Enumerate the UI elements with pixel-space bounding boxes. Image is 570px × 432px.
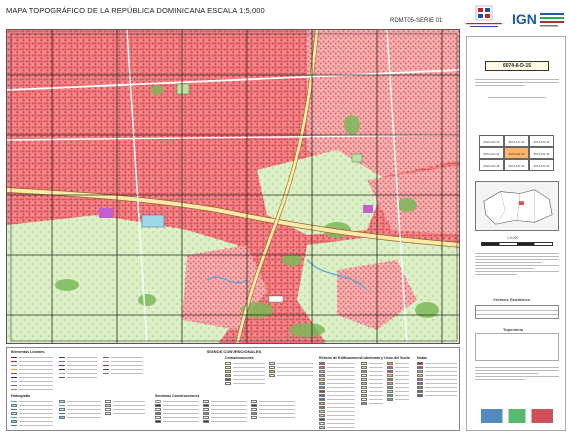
sheet-index-cell[interactable]: 6074-II-D-19 [504,159,529,171]
location-map [475,181,559,231]
legend-construction-symbols-2 [203,400,247,424]
legend-building-fill [319,362,355,430]
legend-land-cover-2 [387,362,409,402]
legend-linear-elements-2 [59,356,97,380]
legend-building-fill-title: Relleno de Edificaciones [319,356,362,360]
sports-field [141,214,165,228]
legend-communications-2 [269,362,313,378]
legend-hydrography-3 [105,400,145,416]
projection-text [475,253,559,277]
sheet-index-cell-current[interactable]: 6074-II-D-15 [504,147,529,159]
sports-field [268,295,284,303]
legend-title: SIGNOS CONVENCIONALES [206,349,262,354]
park [351,153,363,163]
ign-logo: IGN [510,3,566,33]
topographic-map[interactable] [6,29,460,344]
institutional-building [99,208,113,218]
sheet-index-cell[interactable]: 6074-II-D-10 [479,135,504,147]
scale-bar [481,242,553,246]
sheet-index-cell[interactable]: 6074-II-D-12 [529,135,554,147]
map-serie: RDMT05-SERIE 01 [390,18,443,24]
legend-construction-symbols-3 [251,400,295,420]
legend-hydrography [11,400,53,428]
geodetic-vertices-title: Vértices Geodésico [493,297,531,302]
legend-land-cover-title: Coberturas y Usos del Suelo [361,356,410,360]
legend-linear-elements-title: Elementos Lineales [11,350,45,354]
sheet-code: 6074-II-D-15 [485,61,549,71]
sheet-index-cell[interactable]: 6074-II-D-14 [479,147,504,159]
sheet-index-cell[interactable]: 6074-II-D-11 [504,135,529,147]
institution-logos [481,409,553,423]
map-canvas[interactable] [7,30,460,344]
scale-label: 1:5,000 [507,236,519,240]
sheet-index-cell[interactable]: 6074-II-D-20 [529,159,554,171]
sheet-index-grid: 6074-II-D-10 6074-II-D-11 6074-II-D-12 6… [479,135,555,173]
legend-linear-elements [11,356,53,392]
institutional-building [363,205,373,213]
legend-panel: SIGNOS CONVENCIONALES Elementos Lineales… [6,347,460,431]
sheet-index-cell[interactable]: 6074-II-D-18 [479,159,504,171]
sheet-info-text [475,79,559,88]
legend-land-cover [361,362,383,406]
ign-logo-text: IGN [512,11,537,27]
legend-hydrography-title: Hidrografía [11,394,31,398]
distribution-text [475,97,559,100]
sheet-index-cell[interactable]: 6074-II-D-16 [529,147,554,159]
legend-communications [225,362,265,386]
legend-communications-title: Comunicaciones [225,356,254,360]
legend-hydrography-2 [59,400,101,420]
legend-notes [417,362,457,398]
map-title: MAPA TOPOGRÁFICO DE LA REPÚBLICA DOMINIC… [6,6,265,15]
legend-notes-title: Notas [417,356,427,360]
government-seal-icon [466,5,502,27]
geodetic-vertices-table [475,305,559,319]
map-sidebar: 6074-II-D-15 6074-II-D-10 6074-II-D-11 6… [466,36,566,431]
legend-construction-symbols-title: Símbolos Construcciones [155,394,200,398]
legend-linear-elements-3 [103,356,143,376]
park [176,83,190,95]
legend-construction-symbols [155,400,199,424]
toponymy-box [475,333,559,361]
credits-text [475,367,559,382]
toponymy-title: Toponimia [503,327,523,332]
